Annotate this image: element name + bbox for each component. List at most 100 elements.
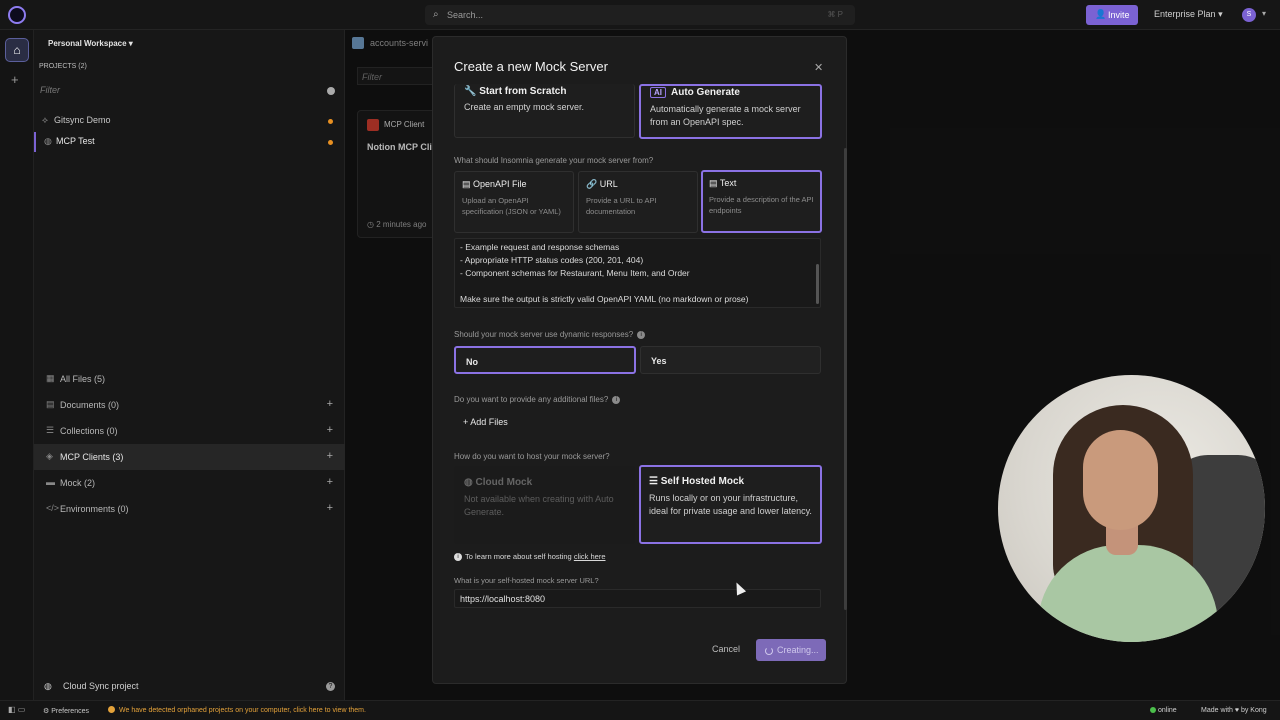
option-desc: Create an empty mock server. [464, 102, 585, 112]
project-item[interactable]: ⟡ Gitsync Demo [34, 111, 345, 131]
avatar[interactable]: S [1242, 8, 1256, 22]
auto-generate-option[interactable]: AI Auto Generate Automatically generate a… [639, 84, 822, 139]
hosting-note: i To learn more about self hosting click … [454, 552, 606, 562]
add-files-label: Add Files [470, 417, 508, 427]
info-icon[interactable]: i [612, 395, 621, 404]
source-title: OpenAPI File [473, 179, 527, 189]
document-icon: ▤ [46, 399, 55, 409]
orphan-projects-notice[interactable]: We have detected orphaned projects on yo… [119, 707, 366, 714]
nav-mock[interactable]: ▬ Mock (2) + [34, 470, 345, 496]
option-desc: Runs locally or on your infrastructure, … [649, 493, 812, 516]
search-icon: ⌕ [433, 9, 439, 20]
globe-icon: ◍ [44, 681, 52, 691]
mcp-icon: ◈ [46, 451, 53, 461]
textarea-scrollbar[interactable] [816, 264, 819, 304]
hosting-note-text: To learn more about self hosting [465, 552, 572, 561]
source-desc: Provide a description of the API endpoin… [709, 195, 814, 215]
file-icon: ▤ [462, 179, 471, 189]
host-question: How do you want to host your mock server… [454, 452, 610, 461]
question-text: Should your mock server use dynamic resp… [454, 330, 634, 339]
preferences-label: Preferences [51, 708, 89, 715]
chevron-down-icon: ▾ [128, 39, 133, 48]
warning-icon [108, 706, 115, 713]
made-with-kong: Made with ♥ by Kong [1201, 707, 1267, 714]
plan-dropdown[interactable]: Enterprise Plan ▾ [1154, 9, 1223, 20]
nav-collections[interactable]: ☰ Collections (0) + [34, 418, 345, 444]
app-logo-icon[interactable] [8, 6, 26, 24]
icon-rail [0, 30, 34, 700]
info-icon: i [454, 553, 462, 562]
add-files-button[interactable]: + Add Files [463, 417, 508, 427]
plan-label: Enterprise Plan [1154, 9, 1216, 19]
prompt-textarea[interactable]: - Example request and response schemas -… [454, 238, 821, 308]
online-status: online [1158, 707, 1177, 714]
panel-toggle-icon[interactable]: ◧ ▭ [8, 705, 25, 714]
help-icon[interactable]: ? [326, 682, 335, 691]
source-url[interactable]: 🔗 URL Provide a URL to API documentation [578, 171, 698, 233]
source-question: What should Insomnia generate your mock … [454, 156, 654, 165]
gear-icon: ⚙ [43, 708, 50, 715]
close-icon[interactable]: ✕ [814, 61, 823, 74]
home-icon[interactable]: ⌂ [5, 38, 29, 62]
option-title: Auto Generate [671, 87, 740, 98]
dynamic-yes-button[interactable]: Yes [640, 346, 821, 374]
cloud-mock-option: ◍ Cloud Mock Not available when creating… [454, 466, 635, 544]
code-icon: </> [46, 503, 60, 513]
self-hosted-mock-option[interactable]: ☰ Self Hosted Mock Runs locally or on yo… [639, 465, 822, 544]
add-project-icon[interactable] [327, 87, 335, 95]
add-icon[interactable]: + [327, 476, 333, 488]
preferences-button[interactable]: ⚙ Preferences [43, 707, 89, 715]
webcam-video [998, 375, 1265, 642]
nav-all-files[interactable]: ▦ All Files (5) [34, 366, 345, 392]
source-text[interactable]: ▤ Text Provide a description of the API … [701, 170, 822, 233]
start-from-scratch-option[interactable]: 🔧 Start from Scratch Create an empty moc… [454, 84, 635, 138]
warning-dot [328, 119, 333, 124]
click-here-link[interactable]: click here [574, 552, 606, 561]
chevron-down-icon[interactable]: ▾ [1262, 9, 1266, 18]
grid-icon: ▦ [46, 373, 55, 383]
nav-label: Environments (0) [60, 504, 129, 514]
spinner-icon [765, 646, 773, 655]
create-button[interactable]: Creating... [756, 639, 826, 661]
invite-button[interactable]: 👤 Invite [1086, 5, 1138, 25]
projects-heading: PROJECTS (2) [39, 63, 87, 70]
option-desc: Automatically generate a mock server fro… [650, 104, 801, 127]
dynamic-no-button[interactable]: No [454, 346, 636, 374]
add-icon[interactable]: + [327, 502, 333, 514]
url-question: What is your self-hosted mock server URL… [454, 576, 599, 585]
project-label: MCP Test [56, 136, 95, 146]
option-title: Cloud Mock [475, 477, 533, 488]
project-filter-input[interactable]: Filter [40, 85, 340, 99]
dialog-scrollbar[interactable] [844, 148, 847, 610]
search-bar[interactable]: ⌕ Search... ⌘ P [425, 5, 855, 25]
option-desc: Not available when creating with Auto Ge… [464, 494, 614, 517]
nav-documents[interactable]: ▤ Documents (0) + [34, 392, 345, 418]
cloud-sync-project[interactable]: ◍ Cloud Sync project ? [34, 677, 345, 697]
server-icon: ▬ [46, 477, 55, 487]
info-icon[interactable]: i [637, 330, 646, 339]
add-icon[interactable]: + [11, 72, 19, 87]
ai-badge: AI [650, 87, 666, 98]
option-title: Start from Scratch [479, 86, 567, 97]
nav-mcp-clients[interactable]: ◈ MCP Clients (3) + [34, 444, 345, 470]
project-item[interactable]: ◍ MCP Test [34, 132, 345, 152]
mock-server-url-input[interactable]: https://localhost:8080 [454, 589, 821, 608]
source-openapi-file[interactable]: ▤ OpenAPI File Upload an OpenAPI specifi… [454, 171, 574, 233]
nav-label: All Files (5) [60, 374, 106, 384]
link-icon: 🔗 [586, 179, 598, 189]
workspace-selector[interactable]: Personal Workspace ▾ [48, 39, 133, 48]
add-icon[interactable]: + [327, 450, 333, 462]
source-title: Text [719, 178, 737, 188]
question-text: Do you want to provide any additional fi… [454, 395, 609, 404]
nav-label: Collections (0) [60, 426, 118, 436]
nav-environments[interactable]: </> Environments (0) + [34, 496, 345, 522]
online-status-dot [1150, 707, 1156, 713]
add-icon[interactable]: + [327, 398, 333, 410]
add-icon[interactable]: + [327, 424, 333, 436]
nav-label: Documents (0) [60, 400, 120, 410]
cloud-sync-label: Cloud Sync project [63, 681, 139, 691]
cancel-button[interactable]: Cancel [712, 644, 740, 654]
wrench-icon: 🔧 [464, 86, 477, 97]
add-user-icon: 👤 [1095, 9, 1107, 19]
warning-dot [328, 140, 333, 145]
